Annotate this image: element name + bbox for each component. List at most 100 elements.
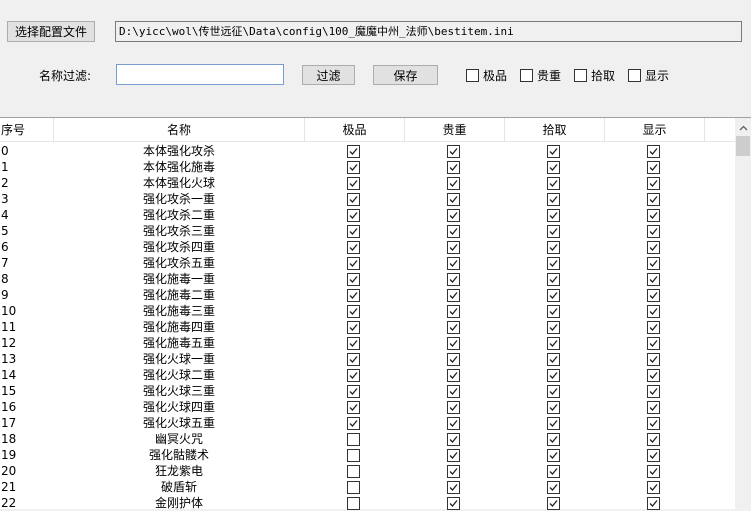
item-grid[interactable]: 序号 名称 极品 贵重 拾取 显示 0 本体强化攻杀 1 本体强化施毒 2 本体强化火球 3… [0, 117, 751, 510]
row-shiqu-checkbox[interactable] [547, 449, 560, 462]
row-shiqu-checkbox[interactable] [547, 417, 560, 430]
row-shiqu-checkbox[interactable] [547, 225, 560, 238]
filter-input[interactable] [116, 64, 284, 85]
row-jipin-checkbox[interactable] [347, 145, 360, 158]
row-xianshi-checkbox[interactable] [647, 161, 660, 174]
table-row[interactable]: 7 强化攻杀五重 [0, 255, 735, 271]
row-jipin-checkbox[interactable] [347, 449, 360, 462]
row-xianshi-checkbox[interactable] [647, 369, 660, 382]
row-xianshi-checkbox[interactable] [647, 177, 660, 190]
table-row[interactable]: 10 强化施毒三重 [0, 303, 735, 319]
row-jipin-checkbox[interactable] [347, 177, 360, 190]
row-jipin-checkbox[interactable] [347, 289, 360, 302]
row-guizhong-checkbox[interactable] [447, 193, 460, 206]
table-row[interactable]: 4 强化攻杀二重 [0, 207, 735, 223]
row-shiqu-checkbox[interactable] [547, 465, 560, 478]
row-xianshi-checkbox[interactable] [647, 481, 660, 494]
row-shiqu-checkbox[interactable] [547, 433, 560, 446]
scrollbar-thumb[interactable] [736, 136, 750, 156]
row-guizhong-checkbox[interactable] [447, 449, 460, 462]
table-row[interactable]: 20 狂龙紫电 [0, 463, 735, 479]
row-xianshi-checkbox[interactable] [647, 273, 660, 286]
row-jipin-checkbox[interactable] [347, 241, 360, 254]
row-shiqu-checkbox[interactable] [547, 193, 560, 206]
row-guizhong-checkbox[interactable] [447, 241, 460, 254]
row-xianshi-checkbox[interactable] [647, 465, 660, 478]
flag-jipin-checkbox[interactable] [466, 69, 479, 82]
row-jipin-checkbox[interactable] [347, 225, 360, 238]
column-header-index[interactable]: 序号 [0, 118, 54, 142]
save-button[interactable]: 保存 [373, 65, 438, 85]
row-guizhong-checkbox[interactable] [447, 401, 460, 414]
column-header-shiqu[interactable]: 拾取 [505, 118, 605, 142]
table-row[interactable]: 9 强化施毒二重 [0, 287, 735, 303]
row-shiqu-checkbox[interactable] [547, 257, 560, 270]
row-jipin-checkbox[interactable] [347, 305, 360, 318]
row-guizhong-checkbox[interactable] [447, 497, 460, 510]
row-guizhong-checkbox[interactable] [447, 225, 460, 238]
select-config-button[interactable]: 选择配置文件 [7, 21, 95, 42]
row-shiqu-checkbox[interactable] [547, 385, 560, 398]
row-jipin-checkbox[interactable] [347, 337, 360, 350]
row-guizhong-checkbox[interactable] [447, 321, 460, 334]
row-shiqu-checkbox[interactable] [547, 273, 560, 286]
row-shiqu-checkbox[interactable] [547, 337, 560, 350]
row-shiqu-checkbox[interactable] [547, 481, 560, 494]
table-row[interactable]: 0 本体强化攻杀 [0, 143, 735, 159]
row-xianshi-checkbox[interactable] [647, 209, 660, 222]
row-xianshi-checkbox[interactable] [647, 353, 660, 366]
vertical-scrollbar[interactable] [735, 118, 751, 510]
row-jipin-checkbox[interactable] [347, 161, 360, 174]
table-row[interactable]: 21 破盾斩 [0, 479, 735, 495]
flag-xianshi-checkbox[interactable] [628, 69, 641, 82]
row-shiqu-checkbox[interactable] [547, 145, 560, 158]
row-guizhong-checkbox[interactable] [447, 433, 460, 446]
column-header-name[interactable]: 名称 [54, 118, 305, 142]
row-shiqu-checkbox[interactable] [547, 321, 560, 334]
row-xianshi-checkbox[interactable] [647, 433, 660, 446]
row-guizhong-checkbox[interactable] [447, 289, 460, 302]
row-shiqu-checkbox[interactable] [547, 369, 560, 382]
table-row[interactable]: 16 强化火球四重 [0, 399, 735, 415]
row-guizhong-checkbox[interactable] [447, 385, 460, 398]
column-header-xianshi[interactable]: 显示 [605, 118, 705, 142]
row-guizhong-checkbox[interactable] [447, 145, 460, 158]
table-row[interactable]: 15 强化火球三重 [0, 383, 735, 399]
row-shiqu-checkbox[interactable] [547, 353, 560, 366]
row-guizhong-checkbox[interactable] [447, 161, 460, 174]
flag-guizhong-checkbox[interactable] [520, 69, 533, 82]
row-xianshi-checkbox[interactable] [647, 289, 660, 302]
table-row[interactable]: 1 本体强化施毒 [0, 159, 735, 175]
row-jipin-checkbox[interactable] [347, 401, 360, 414]
row-jipin-checkbox[interactable] [347, 433, 360, 446]
row-xianshi-checkbox[interactable] [647, 401, 660, 414]
table-row[interactable]: 14 强化火球二重 [0, 367, 735, 383]
row-guizhong-checkbox[interactable] [447, 273, 460, 286]
row-jipin-checkbox[interactable] [347, 417, 360, 430]
table-row[interactable]: 5 强化攻杀三重 [0, 223, 735, 239]
row-jipin-checkbox[interactable] [347, 465, 360, 478]
row-shiqu-checkbox[interactable] [547, 161, 560, 174]
row-jipin-checkbox[interactable] [347, 273, 360, 286]
row-xianshi-checkbox[interactable] [647, 337, 660, 350]
flag-shiqu[interactable]: 拾取 [574, 67, 615, 84]
table-row[interactable]: 19 强化骷髅术 [0, 447, 735, 463]
table-row[interactable]: 18 幽冥火咒 [0, 431, 735, 447]
row-xianshi-checkbox[interactable] [647, 417, 660, 430]
row-guizhong-checkbox[interactable] [447, 353, 460, 366]
column-header-jipin[interactable]: 极品 [305, 118, 405, 142]
row-jipin-checkbox[interactable] [347, 209, 360, 222]
row-shiqu-checkbox[interactable] [547, 289, 560, 302]
row-shiqu-checkbox[interactable] [547, 177, 560, 190]
column-header-guizhong[interactable]: 贵重 [405, 118, 505, 142]
config-path-field[interactable]: D:\yicc\wol\传世远征\Data\config\100_魔魔中州_法师… [115, 21, 742, 42]
table-row[interactable]: 6 强化攻杀四重 [0, 239, 735, 255]
row-xianshi-checkbox[interactable] [647, 225, 660, 238]
row-guizhong-checkbox[interactable] [447, 417, 460, 430]
table-row[interactable]: 13 强化火球一重 [0, 351, 735, 367]
row-jipin-checkbox[interactable] [347, 353, 360, 366]
table-row[interactable]: 2 本体强化火球 [0, 175, 735, 191]
row-xianshi-checkbox[interactable] [647, 497, 660, 510]
row-jipin-checkbox[interactable] [347, 481, 360, 494]
row-guizhong-checkbox[interactable] [447, 209, 460, 222]
